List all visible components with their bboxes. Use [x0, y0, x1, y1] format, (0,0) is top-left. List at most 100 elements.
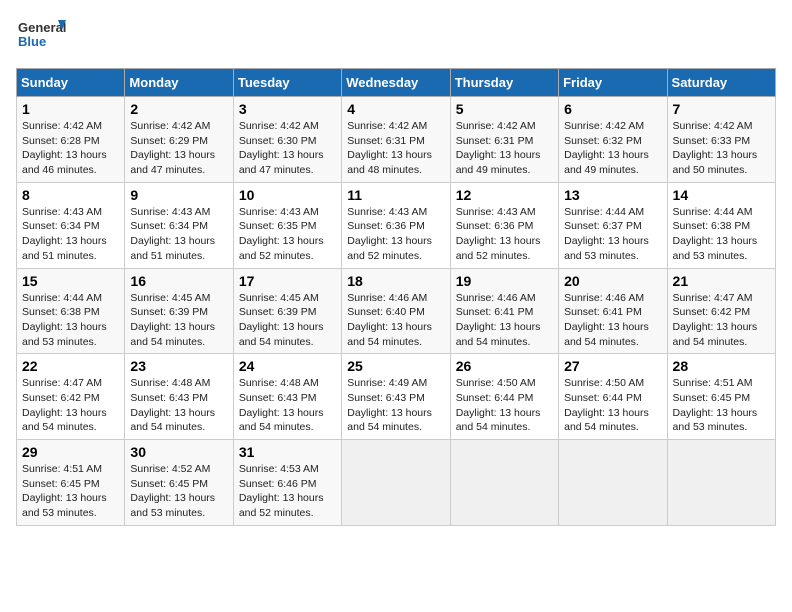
- sunrise-time: Sunrise: 4:43 AM: [130, 206, 210, 218]
- sunrise-time: Sunrise: 4:49 AM: [347, 377, 427, 389]
- sunset-time: Sunset: 6:45 PM: [130, 478, 208, 490]
- day-number: 25: [347, 358, 444, 374]
- daylight-hours: Daylight: 13 hours and 52 minutes.: [239, 235, 324, 262]
- sunrise-time: Sunrise: 4:45 AM: [130, 292, 210, 304]
- calendar-cell: 21 Sunrise: 4:47 AM Sunset: 6:42 PM Dayl…: [667, 268, 775, 354]
- sunset-time: Sunset: 6:32 PM: [564, 135, 642, 147]
- day-info: Sunrise: 4:52 AM Sunset: 6:45 PM Dayligh…: [130, 462, 227, 521]
- daylight-hours: Daylight: 13 hours and 53 minutes.: [673, 407, 758, 434]
- calendar-week-row: 1 Sunrise: 4:42 AM Sunset: 6:28 PM Dayli…: [17, 97, 776, 183]
- sunrise-time: Sunrise: 4:53 AM: [239, 463, 319, 475]
- sunrise-time: Sunrise: 4:46 AM: [347, 292, 427, 304]
- calendar-day-header: Thursday: [450, 69, 558, 97]
- day-number: 20: [564, 273, 661, 289]
- logo: General Blue: [16, 16, 66, 60]
- day-info: Sunrise: 4:48 AM Sunset: 6:43 PM Dayligh…: [239, 376, 336, 435]
- calendar-cell: 19 Sunrise: 4:46 AM Sunset: 6:41 PM Dayl…: [450, 268, 558, 354]
- day-info: Sunrise: 4:53 AM Sunset: 6:46 PM Dayligh…: [239, 462, 336, 521]
- daylight-hours: Daylight: 13 hours and 54 minutes.: [347, 407, 432, 434]
- sunrise-time: Sunrise: 4:44 AM: [673, 206, 753, 218]
- day-info: Sunrise: 4:50 AM Sunset: 6:44 PM Dayligh…: [456, 376, 553, 435]
- sunset-time: Sunset: 6:42 PM: [673, 306, 751, 318]
- sunrise-time: Sunrise: 4:42 AM: [456, 120, 536, 132]
- day-number: 11: [347, 187, 444, 203]
- day-number: 15: [22, 273, 119, 289]
- sunrise-time: Sunrise: 4:42 AM: [22, 120, 102, 132]
- sunrise-time: Sunrise: 4:42 AM: [564, 120, 644, 132]
- calendar-cell: 29 Sunrise: 4:51 AM Sunset: 6:45 PM Dayl…: [17, 440, 125, 526]
- day-number: 19: [456, 273, 553, 289]
- day-info: Sunrise: 4:47 AM Sunset: 6:42 PM Dayligh…: [673, 291, 770, 350]
- day-info: Sunrise: 4:42 AM Sunset: 6:29 PM Dayligh…: [130, 119, 227, 178]
- calendar-cell: [667, 440, 775, 526]
- calendar-cell: 26 Sunrise: 4:50 AM Sunset: 6:44 PM Dayl…: [450, 354, 558, 440]
- calendar-day-header: Wednesday: [342, 69, 450, 97]
- sunrise-time: Sunrise: 4:45 AM: [239, 292, 319, 304]
- sunrise-time: Sunrise: 4:46 AM: [456, 292, 536, 304]
- sunset-time: Sunset: 6:29 PM: [130, 135, 208, 147]
- sunset-time: Sunset: 6:42 PM: [22, 392, 100, 404]
- calendar-cell: 12 Sunrise: 4:43 AM Sunset: 6:36 PM Dayl…: [450, 182, 558, 268]
- day-info: Sunrise: 4:50 AM Sunset: 6:44 PM Dayligh…: [564, 376, 661, 435]
- day-number: 26: [456, 358, 553, 374]
- day-number: 9: [130, 187, 227, 203]
- daylight-hours: Daylight: 13 hours and 54 minutes.: [347, 321, 432, 348]
- calendar-cell: 30 Sunrise: 4:52 AM Sunset: 6:45 PM Dayl…: [125, 440, 233, 526]
- sunrise-time: Sunrise: 4:42 AM: [130, 120, 210, 132]
- sunset-time: Sunset: 6:40 PM: [347, 306, 425, 318]
- calendar-week-row: 8 Sunrise: 4:43 AM Sunset: 6:34 PM Dayli…: [17, 182, 776, 268]
- daylight-hours: Daylight: 13 hours and 54 minutes.: [564, 407, 649, 434]
- day-number: 6: [564, 101, 661, 117]
- day-number: 14: [673, 187, 770, 203]
- sunrise-time: Sunrise: 4:47 AM: [22, 377, 102, 389]
- sunrise-time: Sunrise: 4:43 AM: [456, 206, 536, 218]
- daylight-hours: Daylight: 13 hours and 47 minutes.: [239, 149, 324, 176]
- day-info: Sunrise: 4:46 AM Sunset: 6:41 PM Dayligh…: [564, 291, 661, 350]
- sunset-time: Sunset: 6:28 PM: [22, 135, 100, 147]
- daylight-hours: Daylight: 13 hours and 52 minutes.: [347, 235, 432, 262]
- daylight-hours: Daylight: 13 hours and 53 minutes.: [673, 235, 758, 262]
- sunrise-time: Sunrise: 4:52 AM: [130, 463, 210, 475]
- page-header: General Blue: [16, 16, 776, 60]
- sunset-time: Sunset: 6:36 PM: [347, 220, 425, 232]
- daylight-hours: Daylight: 13 hours and 54 minutes.: [673, 321, 758, 348]
- calendar-cell: 16 Sunrise: 4:45 AM Sunset: 6:39 PM Dayl…: [125, 268, 233, 354]
- sunset-time: Sunset: 6:44 PM: [564, 392, 642, 404]
- day-number: 12: [456, 187, 553, 203]
- sunrise-time: Sunrise: 4:51 AM: [673, 377, 753, 389]
- calendar-day-header: Saturday: [667, 69, 775, 97]
- sunset-time: Sunset: 6:37 PM: [564, 220, 642, 232]
- calendar-cell: 8 Sunrise: 4:43 AM Sunset: 6:34 PM Dayli…: [17, 182, 125, 268]
- day-number: 23: [130, 358, 227, 374]
- calendar-week-row: 22 Sunrise: 4:47 AM Sunset: 6:42 PM Dayl…: [17, 354, 776, 440]
- sunrise-time: Sunrise: 4:43 AM: [239, 206, 319, 218]
- day-number: 5: [456, 101, 553, 117]
- day-info: Sunrise: 4:43 AM Sunset: 6:36 PM Dayligh…: [456, 205, 553, 264]
- sunset-time: Sunset: 6:45 PM: [673, 392, 751, 404]
- calendar-cell: 11 Sunrise: 4:43 AM Sunset: 6:36 PM Dayl…: [342, 182, 450, 268]
- sunset-time: Sunset: 6:36 PM: [456, 220, 534, 232]
- sunset-time: Sunset: 6:30 PM: [239, 135, 317, 147]
- daylight-hours: Daylight: 13 hours and 50 minutes.: [673, 149, 758, 176]
- calendar-week-row: 15 Sunrise: 4:44 AM Sunset: 6:38 PM Dayl…: [17, 268, 776, 354]
- sunrise-time: Sunrise: 4:42 AM: [239, 120, 319, 132]
- day-number: 29: [22, 444, 119, 460]
- day-number: 31: [239, 444, 336, 460]
- daylight-hours: Daylight: 13 hours and 51 minutes.: [130, 235, 215, 262]
- day-info: Sunrise: 4:43 AM Sunset: 6:35 PM Dayligh…: [239, 205, 336, 264]
- daylight-hours: Daylight: 13 hours and 54 minutes.: [22, 407, 107, 434]
- calendar-cell: 20 Sunrise: 4:46 AM Sunset: 6:41 PM Dayl…: [559, 268, 667, 354]
- day-number: 28: [673, 358, 770, 374]
- calendar-cell: 2 Sunrise: 4:42 AM Sunset: 6:29 PM Dayli…: [125, 97, 233, 183]
- sunset-time: Sunset: 6:43 PM: [130, 392, 208, 404]
- calendar-cell: 22 Sunrise: 4:47 AM Sunset: 6:42 PM Dayl…: [17, 354, 125, 440]
- day-info: Sunrise: 4:51 AM Sunset: 6:45 PM Dayligh…: [22, 462, 119, 521]
- calendar-table: SundayMondayTuesdayWednesdayThursdayFrid…: [16, 68, 776, 526]
- daylight-hours: Daylight: 13 hours and 53 minutes.: [22, 492, 107, 519]
- daylight-hours: Daylight: 13 hours and 53 minutes.: [22, 321, 107, 348]
- calendar-cell: 27 Sunrise: 4:50 AM Sunset: 6:44 PM Dayl…: [559, 354, 667, 440]
- sunrise-time: Sunrise: 4:50 AM: [456, 377, 536, 389]
- svg-text:General: General: [18, 20, 66, 35]
- calendar-cell: 17 Sunrise: 4:45 AM Sunset: 6:39 PM Dayl…: [233, 268, 341, 354]
- sunset-time: Sunset: 6:34 PM: [22, 220, 100, 232]
